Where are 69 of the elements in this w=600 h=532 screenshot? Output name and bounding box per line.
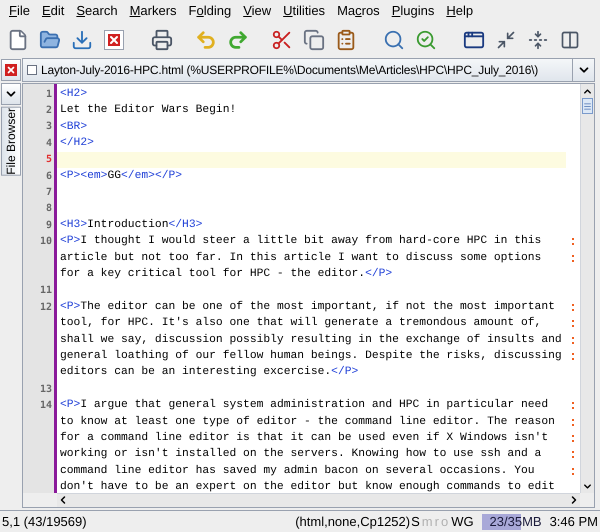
scroll-thumb[interactable] — [582, 98, 593, 114]
menu-item[interactable]: Help — [441, 1, 478, 21]
code-text: </H2> — [60, 136, 94, 151]
wrap-marker-icon — [572, 434, 574, 442]
line-number: 1 — [46, 88, 52, 102]
line-number: 3 — [46, 120, 52, 134]
line-number: 5 — [46, 153, 52, 168]
horizontal-scrollbar[interactable] — [57, 493, 580, 507]
code-text: don't have to be an expert on the editor but know enough commands to edit — [60, 480, 555, 493]
code-text: general loathing of our fellow human beings. Despite the risks, discussing — [60, 348, 562, 364]
menu-item[interactable]: Search — [71, 1, 123, 21]
line-number: 4 — [46, 136, 52, 151]
clock-time: 3:46 PM — [550, 512, 598, 531]
wrap-marker-icon — [572, 418, 574, 426]
line-number: 7 — [46, 186, 52, 200]
code-text: <P>I thought I would steer a little bit away from hard-core HPC in this — [60, 234, 542, 250]
line-number: 9 — [46, 218, 52, 233]
code-text: shall we say, discussion possibly resulting in the exchange of insults and — [60, 332, 562, 348]
vertical-scrollbar[interactable] — [580, 84, 594, 493]
line-number: 12 — [40, 300, 52, 315]
code-text: article but not too far. In this article I want to discuss some options — [60, 250, 542, 266]
line-number: 10 — [40, 235, 52, 250]
memory-reading: 23/35MB — [490, 514, 542, 530]
code-text: tool, for HPC. It's also one that will generate a tremondous amount of, — [60, 316, 542, 332]
code-text: to know at least one type of editor - the command line editor. The reason — [60, 414, 555, 430]
code-text: <P>I argue that general system administration and HPC in particular need — [60, 398, 548, 414]
close-icon — [5, 64, 17, 76]
menu-item[interactable]: Edit — [36, 1, 70, 21]
menu-item[interactable]: Markers — [124, 1, 182, 21]
line-number: 11 — [40, 284, 52, 298]
line-number: 14 — [40, 399, 52, 414]
code-text: <H3>Introduction</H3> — [60, 218, 202, 233]
encoding-flags: WG — [451, 512, 474, 531]
menu-item[interactable]: Folding — [184, 1, 236, 21]
wrap-marker-icon — [572, 238, 574, 246]
wrap-marker-icon — [572, 468, 574, 475]
code-text: <BR> — [60, 120, 88, 135]
file-browser-tab[interactable]: File Browser — [1, 107, 21, 176]
menu-item[interactable]: View — [238, 1, 276, 21]
buffer-mode: (html,none,Cp1252) — [295, 512, 410, 531]
wrap-marker-icon — [572, 336, 574, 344]
wrap-marker-icon — [572, 320, 574, 328]
menu-item[interactable]: Macros — [332, 1, 385, 21]
code-text: working or isn't installed on the servers. Knowing how to use ssh and a — [60, 446, 542, 462]
status-flag[interactable]: S — [410, 512, 421, 532]
wrap-marker-icon — [572, 352, 574, 360]
wrap-marker-icon — [572, 402, 574, 410]
wrap-marker-icon — [572, 254, 574, 262]
checkbox-icon — [27, 65, 37, 75]
line-number: 2 — [46, 104, 52, 118]
code-text: editors can be an interesting excercise.</P> — [60, 364, 358, 380]
code-text: <H2> — [60, 86, 88, 102]
line-number: 13 — [40, 382, 52, 397]
menu-item[interactable]: Plugins — [386, 1, 440, 21]
line-number: 6 — [46, 170, 52, 184]
code-text: for a command line editor is that it can be used even if X Windows isn't — [60, 430, 548, 446]
menu-item[interactable]: File — [4, 1, 35, 21]
line-number: 8 — [46, 202, 52, 216]
close-button[interactable] — [1, 59, 21, 81]
code-text: for a key critical tool for HPC - the editor.</P> — [60, 266, 392, 282]
code-text: Let the Editor Wars Begin! — [60, 102, 236, 118]
code-text: command line editor has saved my admin bacon on several occasions. You — [60, 464, 535, 479]
wrap-marker-icon — [572, 304, 574, 311]
menu-item[interactable]: Utilities — [278, 1, 330, 21]
caret-position: 5,1 (43/19569) — [2, 512, 87, 531]
wrap-marker-icon — [572, 451, 574, 458]
code-text: <P><em>GG</em></P> — [60, 168, 182, 184]
dropdown-button[interactable] — [1, 83, 21, 105]
code-text: <P>The editor can be one of the most important, if not the most important — [60, 300, 555, 315]
